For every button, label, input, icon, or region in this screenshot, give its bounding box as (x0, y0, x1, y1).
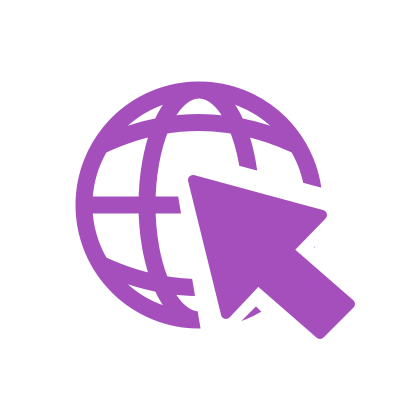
globe-with-cursor-icon (75, 81, 355, 339)
icon-canvas (0, 0, 400, 400)
